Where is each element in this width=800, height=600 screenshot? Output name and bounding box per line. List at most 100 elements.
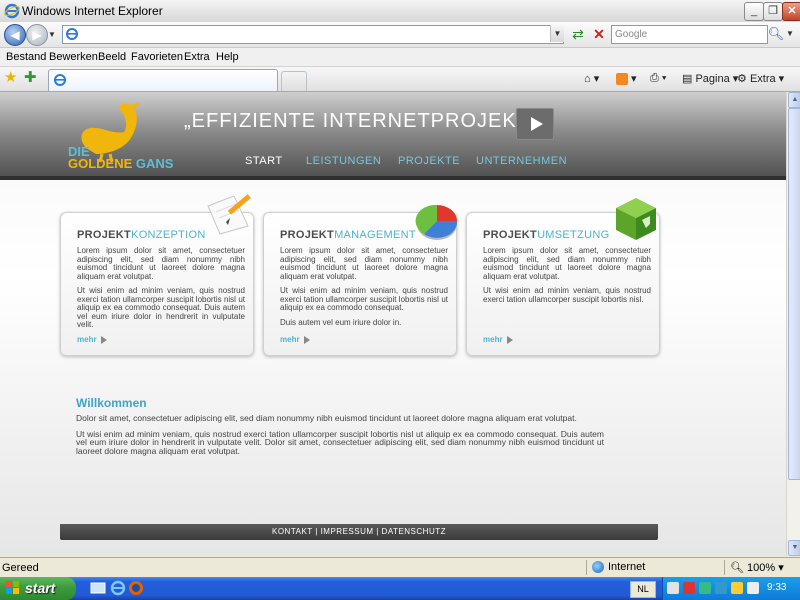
search-options-dropdown[interactable]: ▼ [786,25,796,43]
menu-bestand[interactable]: Bestand [6,51,46,63]
arrow-right-icon [506,335,513,344]
page-viewport: DIE GOLDENE GANS „EFFIZIENTE INTERNETPRO… [0,92,786,556]
stop-button[interactable]: ✕ [590,25,608,43]
page-icon [66,28,78,40]
page-menu-label: Pagina [695,73,730,85]
search-button[interactable]: 🔍︎ [767,25,785,43]
menu-bar: Bestand Bewerken Beeld Favorieten Extra … [0,48,800,67]
card-paragraph: Lorem ipsum dolor sit amet, consectetuer… [280,246,448,281]
tray-volume-icon[interactable] [715,582,727,594]
card-title: PROJEKTKONZEPTION [77,229,206,241]
address-dropdown-button[interactable]: ▼ [550,25,564,42]
forward-button[interactable]: ▶ [26,24,48,46]
card-more-link[interactable]: mehr [77,335,107,344]
card-paragraph: Ut wisi enim ad minim veniam, quis nostr… [280,286,448,312]
tools-menu-label: Extra [749,73,776,85]
home-icon: ⌂ [584,73,591,85]
menu-bewerken[interactable]: Bewerken [49,51,98,63]
paper-pencil-icon [207,194,251,235]
pie-chart-icon [415,204,458,240]
history-dropdown-icon[interactable]: ▼ [48,30,56,39]
tray-security-icon[interactable] [731,582,743,594]
start-button[interactable]: start [0,577,76,600]
window-titlebar[interactable]: Windows Internet Explorer _ ❐ ✕ [0,0,800,23]
minimize-button[interactable]: _ [744,2,764,21]
internet-explorer-icon[interactable] [110,580,126,596]
search-input[interactable]: Google [611,25,768,44]
card-body: Lorem ipsum dolor sit amet, consectetuer… [280,246,448,333]
browser-tab[interactable] [48,69,278,91]
card-more-link[interactable]: mehr [483,335,513,344]
firefox-icon[interactable] [128,580,144,596]
play-button[interactable] [516,108,554,140]
card-body: Lorem ipsum dolor sit amet, consectetuer… [483,246,651,310]
welcome-paragraph: Ut wisi enim ad minim veniam, quis nostr… [76,428,604,456]
menu-help[interactable]: Help [216,51,239,63]
window-title: Windows Internet Explorer [22,4,163,18]
search-icon: 🔍︎ [767,26,785,41]
rss-feed-icon [616,73,628,86]
address-input[interactable] [62,25,564,44]
site-logo-text[interactable]: DIE GOLDENE GANS [68,145,173,171]
card-paragraph: Lorem ipsum dolor sit amet, consectetuer… [77,246,245,281]
nav-unternehmen[interactable]: UNTERNEHMEN [476,155,567,167]
scroll-down-arrow-icon[interactable]: ▼ [788,540,800,556]
stop-icon: ✕ [593,26,605,42]
security-zone[interactable]: Internet [592,561,645,574]
page-menu-button[interactable]: ▤ Pagina ▾ [682,72,738,85]
scroll-up-arrow-icon[interactable]: ▲ [788,92,800,108]
feeds-button[interactable]: ▾ [616,72,637,86]
welcome-body: Dolor sit amet, consectetuer adipiscing … [76,414,604,462]
scrollbar-thumb[interactable] [788,108,800,480]
tray-shield-icon[interactable] [683,582,695,594]
show-desktop-icon[interactable] [90,580,106,596]
refresh-icon: ⇄ [572,26,584,42]
menu-favorieten[interactable]: Favorieten [131,51,183,63]
globe-icon [592,561,604,574]
windows-flag-icon [6,581,19,594]
card-body: Lorem ipsum dolor sit amet, consectetuer… [77,246,245,336]
close-button[interactable]: ✕ [782,2,800,21]
back-button[interactable]: ◀ [4,24,26,46]
tools-menu-button[interactable]: ⚙ Extra ▾ [737,72,784,85]
forward-arrow-icon: ▶ [32,28,42,42]
page-menu-icon: ▤ [682,73,693,85]
taskbar-clock[interactable]: 9:33 [767,582,786,593]
menu-extra[interactable]: Extra [184,51,210,63]
tray-app-icon[interactable] [667,582,679,594]
print-button[interactable]: ⎙ ▾ [650,72,667,85]
menu-beeld[interactable]: Beeld [98,51,126,63]
site-slogan: „EFFIZIENTE INTERNETPROJEKTE“ [184,110,552,132]
nav-projekte[interactable]: PROJEKTE [398,155,460,167]
nav-start[interactable]: START [245,155,283,167]
card-more-link[interactable]: mehr [280,335,310,344]
welcome-paragraph: Dolor sit amet, consectetuer adipiscing … [76,413,577,423]
nav-leistungen[interactable]: LEISTUNGEN [306,155,381,167]
site-footer-links[interactable]: KONTAKT | IMPRESSUM | DATENSCHUTZ [60,524,658,540]
green-box-icon [616,198,656,240]
home-button[interactable]: ⌂ ▾ [584,72,599,85]
card-title: PROJEKTUMSETZUNG [483,229,610,241]
vertical-scrollbar[interactable]: ▲ ▼ [786,92,800,556]
logo-line2-a: GOLDENE [68,156,133,171]
status-separator [586,560,587,575]
gear-icon: ⚙ [737,73,747,85]
card-paragraph: Ut wisi enim ad minim veniam, quis nostr… [77,286,245,329]
add-favorite-icon[interactable]: ✚ [24,70,40,86]
system-tray: 9:33 [662,577,800,600]
card-paragraph: Ut wisi enim ad minim veniam, quis nostr… [483,286,651,304]
arrow-right-icon [100,335,107,344]
tray-update-icon[interactable] [747,582,759,594]
refresh-button[interactable]: ⇄ [569,25,587,43]
status-bar: Gereed Internet 🔍︎ 100% ▾ [0,557,800,577]
internet-explorer-icon [4,3,20,19]
back-arrow-icon: ◀ [10,28,20,42]
favorites-star-icon[interactable]: ★ [4,70,20,86]
maximize-button[interactable]: ❐ [763,2,783,21]
status-separator [724,560,725,575]
language-indicator[interactable]: NL [630,581,656,598]
site-header: DIE GOLDENE GANS „EFFIZIENTE INTERNETPRO… [0,92,786,180]
new-tab-button[interactable] [281,71,307,91]
zoom-control[interactable]: 🔍︎ 100% ▾ [730,561,784,574]
tray-network-icon[interactable] [699,582,711,594]
